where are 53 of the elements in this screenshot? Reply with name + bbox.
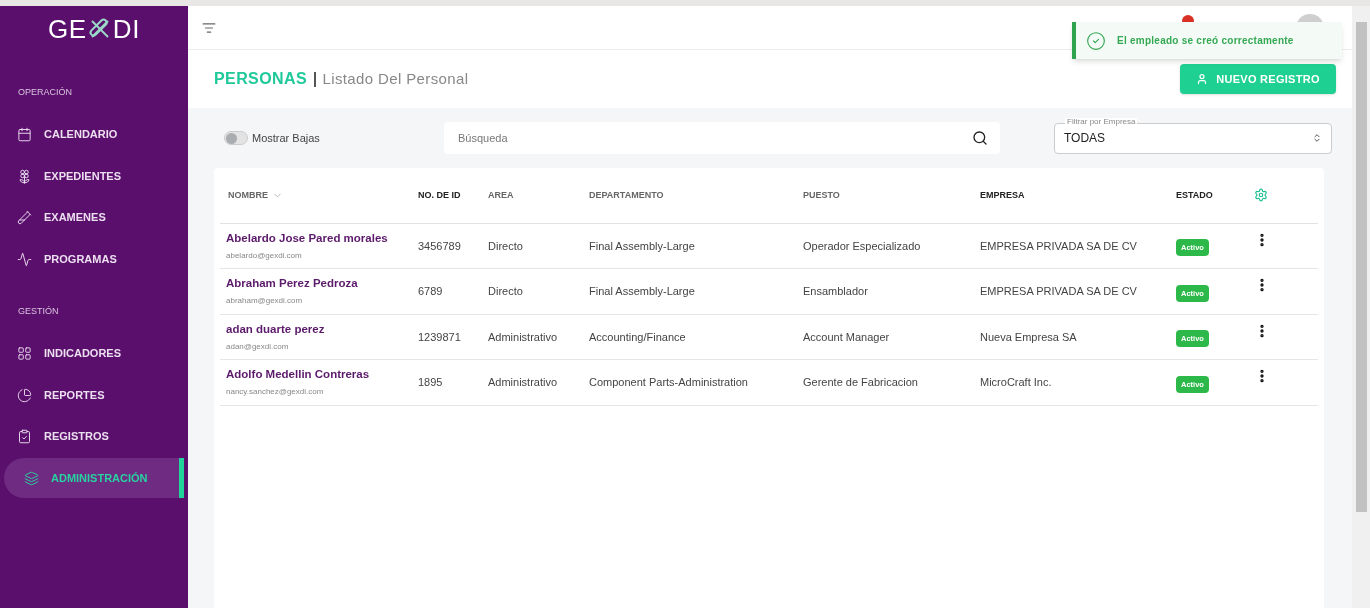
table-cell: Administrativo (488, 330, 558, 343)
table-cell: Nueva Empresa SA (980, 330, 1077, 343)
table-cell: Ensamblador (803, 285, 868, 297)
table-cell: Directo (488, 239, 523, 252)
toggle-label: Mostrar Bajas (252, 130, 320, 146)
toast-message: El empleado se creó correctamente (1117, 34, 1294, 48)
section-title: OPERACIÓN (17, 86, 73, 99)
column-header: AREA (488, 189, 514, 200)
table-cell: 1239871 (418, 330, 461, 343)
column-header: EMPRESA (980, 189, 1025, 200)
table-cell: Operador Especializado (803, 239, 921, 252)
table-cell: 3456789 (418, 239, 461, 252)
employee-email: abraham@gexdi.com (226, 295, 304, 308)
employee-name[interactable]: Abelardo Jose Pared morales (226, 229, 418, 247)
search-field[interactable]: Búsqueda (444, 122, 1000, 154)
nav-item[interactable]: EXPEDIENTES (4, 156, 184, 196)
table-cell: Final Assembly-Large (589, 285, 695, 297)
nav-item[interactable]: PROGRAMAS (4, 239, 184, 279)
table-cell: Gerente de Fabricacion (803, 376, 918, 388)
employee-email: nancy.sanchez@gexdi.com (226, 386, 325, 399)
table-cell: MicroCraft Inc. (980, 376, 1052, 388)
employee-name[interactable]: Abraham Perez Pedroza (226, 275, 418, 293)
employee-name[interactable]: Adolfo Medellin Contreras (226, 366, 418, 384)
column-header: DEPARTAMENTO (589, 189, 664, 200)
table-cell: Accounting/Finance (589, 330, 686, 343)
nav-item[interactable]: REGISTROS (4, 416, 184, 457)
table-cell: EMPRESA PRIVADA SA DE CV (980, 285, 1137, 297)
nav-item[interactable]: INDICADORES (4, 333, 184, 374)
nav-item[interactable]: EXAMENES (4, 197, 184, 238)
select-label: Filtrar por Empresa (1065, 117, 1138, 126)
column-header: PUESTO (803, 189, 840, 200)
table-cell: EMPRESA PRIVADA SA DE CV (980, 239, 1137, 252)
page-title: PERSONAS (214, 69, 307, 89)
column-header: ESTADO (1176, 189, 1213, 200)
column-header[interactable]: NOMBRE (228, 188, 418, 202)
table-cell: 1895 (418, 376, 443, 388)
table-cell: Directo (488, 285, 523, 297)
employee-name[interactable]: adan duarte perez (226, 320, 418, 338)
table-cell: Final Assembly-Large (589, 239, 695, 252)
table-cell: Administrativo (488, 376, 558, 388)
nav-item[interactable]: ADMINISTRACIÓN (4, 458, 184, 498)
table-cell: Component Parts-Administration (589, 376, 748, 388)
column-header: NO. DE ID (418, 189, 461, 200)
employee-email: abelardo@gexdi.com (226, 249, 303, 262)
select-value: TODAS (1064, 130, 1106, 147)
logo: GE DI (47, 12, 141, 46)
employee-email: adan@gexdi.com (226, 340, 290, 353)
table-cell: Account Manager (803, 330, 890, 343)
nav-item[interactable]: CALENDARIO (4, 114, 184, 155)
page-subtitle: Listado Del Personal (322, 68, 469, 89)
table-cell: 6789 (418, 285, 443, 297)
nav-item[interactable]: REPORTES (4, 375, 184, 415)
section-title: GESTIÓN (17, 305, 60, 318)
